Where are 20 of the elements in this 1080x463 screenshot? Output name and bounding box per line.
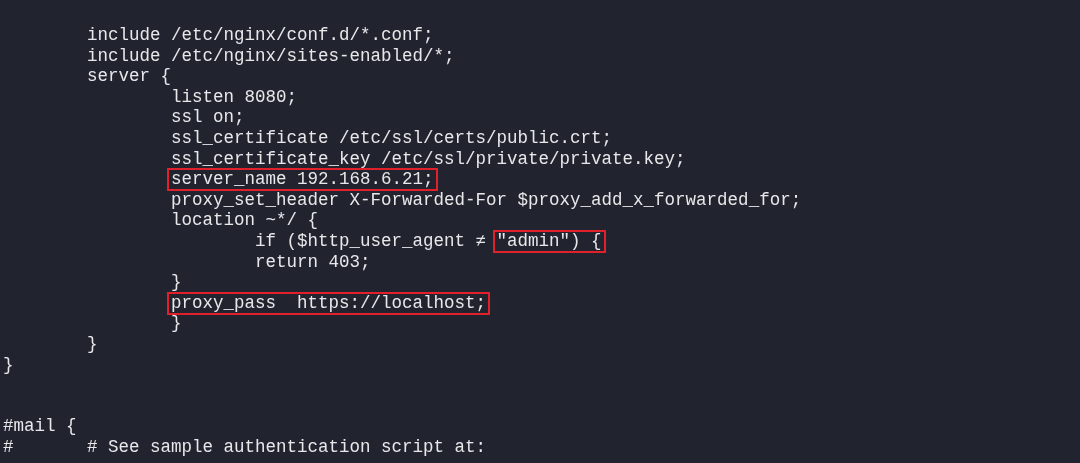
code-line: } <box>87 333 98 355</box>
code-line: # # See sample authentication script at: <box>3 436 487 458</box>
code-line: include /etc/nginx/conf.d/*.conf; <box>87 25 434 46</box>
code-line: #mail { <box>3 416 77 437</box>
code-line: } <box>3 354 14 376</box>
code-line: ssl_certificate /etc/ssl/certs/public.crt; <box>171 127 613 149</box>
code-line: ssl_certificate_key /etc/ssl/private/private.key; <box>171 148 686 170</box>
highlighted-code: proxy_pass https://localhost; <box>167 291 491 315</box>
highlighted-code: "admin") { <box>492 229 606 253</box>
code-line: ssl on; <box>171 107 245 128</box>
code-line: proxy_set_header X-Forwarded-For $proxy_add_x_forwarded_for; <box>171 189 802 211</box>
code-line: } <box>171 313 182 334</box>
code-line: server { <box>87 66 172 87</box>
code-line: if ($http_user_agent ≠ <box>255 230 488 252</box>
code-line: location ~*/ { <box>171 210 319 231</box>
code-line: return 403; <box>255 251 371 273</box>
code-line: listen 8080; <box>171 86 298 108</box>
code-line: include /etc/nginx/sites-enabled/*; <box>87 45 455 67</box>
code-line: } <box>171 272 182 293</box>
highlighted-code: server_name 192.168.6.21; <box>167 167 438 191</box>
